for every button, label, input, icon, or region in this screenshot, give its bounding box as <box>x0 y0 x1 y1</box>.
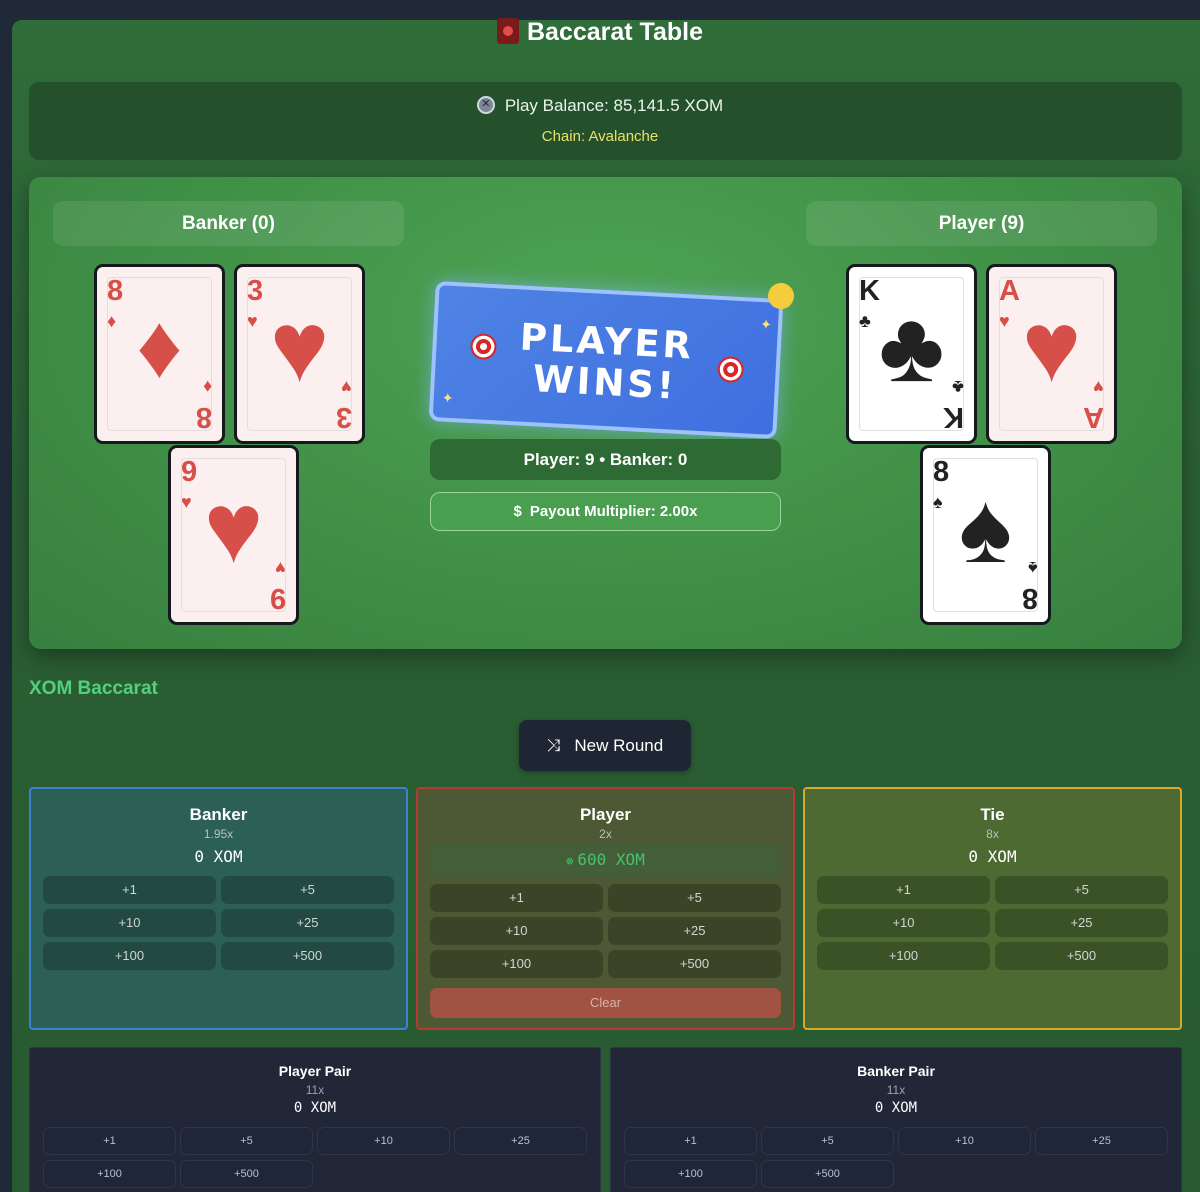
clear-bet-button[interactable]: Clear <box>430 988 781 1018</box>
chip-button-5[interactable]: +5 <box>761 1127 894 1155</box>
heart-icon: ♥ <box>341 377 352 397</box>
chip-button-1[interactable]: +1 <box>817 876 990 904</box>
payout-multiplier: $ Payout Multiplier: 2.00x <box>430 492 781 531</box>
win-banner: ✦ ✦ PLAYER WINS! <box>428 280 784 440</box>
bet-amount: 0 XOM <box>874 1100 918 1116</box>
chip-button-1[interactable]: +1 <box>430 884 603 912</box>
player-bet-panel[interactable]: Player 2x ⊗ 600 XOM +1 +5 +10 +25 +100 +5… <box>416 787 795 1030</box>
chip-button-1[interactable]: +1 <box>624 1127 757 1155</box>
bet-name: Tie <box>980 805 1005 824</box>
chip-button-100[interactable]: +100 <box>624 1160 757 1188</box>
page-title-text: Baccarat Table <box>526 18 703 46</box>
bet-name: Player Pair <box>278 1063 352 1079</box>
heart-icon: ♥ <box>275 558 286 578</box>
chip-button-25[interactable]: +25 <box>608 917 781 945</box>
card-rank: 8 <box>195 401 212 433</box>
banker-card-3: 9 ♥ ♥ ♥ 9 <box>168 445 299 625</box>
chip-button-25[interactable]: +25 <box>221 909 394 937</box>
section-title: XOM Baccarat <box>29 678 158 699</box>
chip-button-500[interactable]: +500 <box>180 1160 313 1188</box>
chip-button-25[interactable]: +25 <box>995 909 1168 937</box>
player-card-2: A ♥ ♥ ♥ A <box>986 264 1117 444</box>
chip-button-10[interactable]: +10 <box>817 909 990 937</box>
diamond-icon: ♦ <box>202 377 212 397</box>
banker-hand-label: Banker (0) <box>53 201 404 246</box>
chip-button-5[interactable]: +5 <box>180 1127 313 1155</box>
tie-bet-panel[interactable]: Tie 8x 0 XOM +1 +5 +10 +25 +100 +500 <box>803 787 1182 1030</box>
card-rank: 8 <box>1021 582 1038 614</box>
chip-button-10[interactable]: +10 <box>898 1127 1031 1155</box>
dollar-icon: $ <box>513 503 522 520</box>
slot-machine-icon <box>496 18 519 44</box>
win-text: PLAYER WINS! <box>434 313 778 412</box>
bet-name: Banker <box>189 805 248 824</box>
bet-name: Player <box>579 805 632 824</box>
bet-multiplier: 1.95x <box>203 827 234 841</box>
chip-button-100[interactable]: +100 <box>817 942 990 970</box>
chip-button-500[interactable]: +500 <box>221 942 394 970</box>
chip-button-100[interactable]: +100 <box>43 1160 176 1188</box>
page-title: Baccarat Table <box>0 18 1200 47</box>
bet-name: Banker Pair <box>857 1063 935 1079</box>
banker-card-2: 3 ♥ ♥ ♥ 3 <box>234 264 365 444</box>
score-summary: Player: 9 • Banker: 0 <box>430 439 781 480</box>
bet-multiplier: 2x <box>599 827 612 841</box>
player-card-3: 8 ♠ ♠ ♠ 8 <box>920 445 1051 625</box>
chip-button-500[interactable]: +500 <box>995 942 1168 970</box>
coin-icon <box>768 283 794 309</box>
chip-button-25[interactable]: +25 <box>1035 1127 1168 1155</box>
bet-amount: 0 XOM <box>293 1100 337 1116</box>
chip-button-10[interactable]: +10 <box>317 1127 450 1155</box>
chip-button-100[interactable]: +100 <box>43 942 216 970</box>
chip-button-25[interactable]: +25 <box>454 1127 587 1155</box>
club-icon: ♣ <box>952 377 964 397</box>
banker-pair-panel[interactable]: Banker Pair 11x 0 XOM +1 +5 +10 +25 +100… <box>610 1047 1182 1192</box>
spade-icon: ♠ <box>1028 558 1038 578</box>
chip-button-500[interactable]: +500 <box>761 1160 894 1188</box>
xom-token-icon: ⊗ <box>566 854 574 868</box>
chip-button-5[interactable]: +5 <box>221 876 394 904</box>
chip-button-5[interactable]: +5 <box>608 884 781 912</box>
chip-button-10[interactable]: +10 <box>430 917 603 945</box>
xom-token-icon <box>476 96 495 114</box>
player-hand-label: Player (9) <box>806 201 1157 246</box>
bet-multiplier: 11x <box>886 1083 906 1097</box>
heart-icon: ♥ <box>1093 377 1104 397</box>
chip-button-5[interactable]: +5 <box>995 876 1168 904</box>
bet-multiplier: 11x <box>305 1083 325 1097</box>
card-rank: K <box>943 401 964 433</box>
card-rank: 3 <box>335 401 352 433</box>
chip-button-500[interactable]: +500 <box>608 950 781 978</box>
shuffle-icon: ⤨ <box>546 736 561 755</box>
card-rank: 9 <box>269 582 286 614</box>
bet-amount-value: 600 XOM <box>577 850 645 869</box>
banker-card-1: 8 ♦ ♦ ♦ 8 <box>94 264 225 444</box>
card-rank: A <box>1083 401 1104 433</box>
bet-amount: 0 XOM <box>968 847 1017 866</box>
bet-amount: ⊗ 600 XOM <box>430 843 781 877</box>
new-round-button[interactable]: ⤨ New Round <box>519 720 691 771</box>
payout-text: Payout Multiplier: 2.00x <box>529 503 698 520</box>
chip-button-1[interactable]: +1 <box>43 876 216 904</box>
bet-amount: 0 XOM <box>194 847 243 866</box>
bet-multiplier: 8x <box>986 827 999 841</box>
chip-button-1[interactable]: +1 <box>43 1127 176 1155</box>
chain-label: Chain: Avalanche <box>541 128 659 145</box>
new-round-label: New Round <box>574 736 664 755</box>
player-pair-panel[interactable]: Player Pair 11x 0 XOM +1 +5 +10 +25 +100… <box>29 1047 601 1192</box>
balance-text: Play Balance: 85,141.5 XOM <box>504 96 724 115</box>
player-card-1: K ♣ ♣ ♣ K <box>846 264 977 444</box>
chip-button-10[interactable]: +10 <box>43 909 216 937</box>
balance-line: Play Balance: 85,141.5 XOM <box>0 96 1200 116</box>
banker-bet-panel[interactable]: Banker 1.95x 0 XOM +1 +5 +10 +25 +100 +5… <box>29 787 408 1030</box>
chip-button-100[interactable]: +100 <box>430 950 603 978</box>
balance-panel <box>29 82 1182 160</box>
